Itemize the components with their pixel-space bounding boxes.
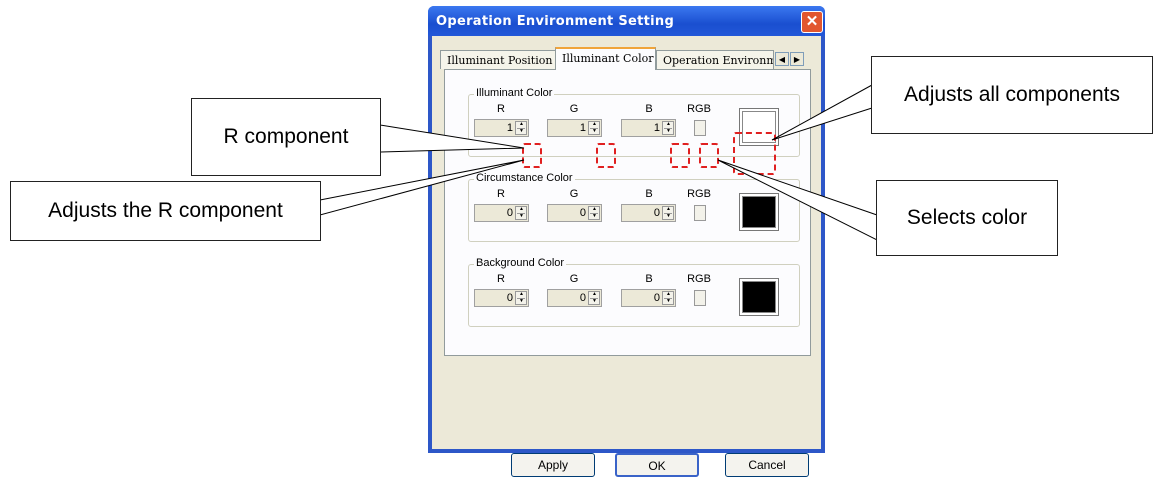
- tab-illuminant-color[interactable]: Illuminant Color: [555, 47, 656, 70]
- callout-r-component: R component: [191, 98, 381, 176]
- callout-select-color: Selects color: [876, 180, 1058, 256]
- callout-adjust-all: Adjusts all components: [871, 56, 1153, 134]
- callout-adjust-r: Adjusts the R component: [10, 181, 321, 241]
